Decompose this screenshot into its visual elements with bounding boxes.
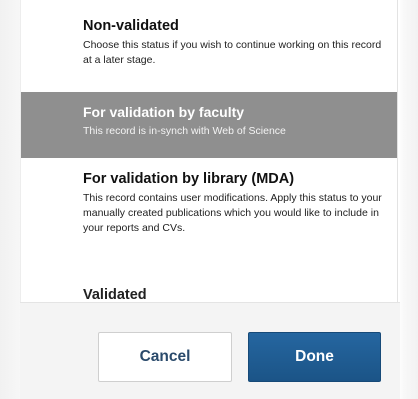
status-picker-screen: Non-validated Choose this status if you … xyxy=(0,0,418,399)
status-option-validation-by-faculty[interactable]: For validation by faculty This record is… xyxy=(21,92,397,158)
status-option-description: This record is in-synch with Web of Scie… xyxy=(83,125,286,137)
status-option-list[interactable]: Non-validated Choose this status if you … xyxy=(20,0,398,302)
status-option-title: Non-validated xyxy=(83,18,179,34)
status-option-validated[interactable]: Validated xyxy=(21,286,397,302)
status-dialog: Non-validated Choose this status if you … xyxy=(20,0,400,399)
done-button[interactable]: Done xyxy=(248,332,381,382)
status-option-validation-by-library[interactable]: For validation by library (MDA) This rec… xyxy=(21,170,397,270)
dialog-footer: Cancel Done xyxy=(20,302,400,399)
cancel-button[interactable]: Cancel xyxy=(98,332,232,382)
status-option-non-validated[interactable]: Non-validated Choose this status if you … xyxy=(21,17,397,85)
status-option-description: Choose this status if you wish to contin… xyxy=(83,39,382,66)
status-option-title: For validation by library (MDA) xyxy=(83,171,295,187)
status-option-description: This record contains user modifications.… xyxy=(83,192,382,234)
right-background xyxy=(398,0,418,399)
status-option-title: Validated xyxy=(83,287,147,302)
status-option-title: For validation by faculty xyxy=(83,104,245,120)
